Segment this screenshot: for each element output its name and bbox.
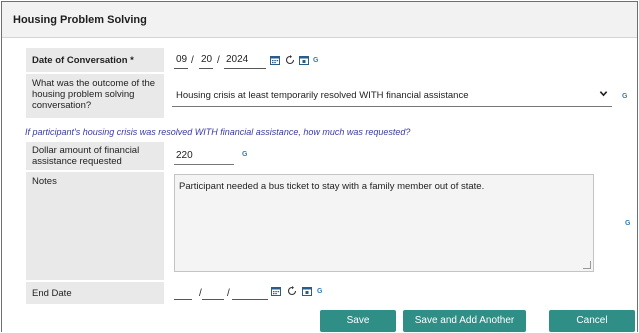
date-separator: /: [217, 55, 220, 66]
notes-textarea[interactable]: Participant needed a bus ticket to stay …: [174, 174, 594, 272]
conditional-hint: If participant's housing crisis was reso…: [25, 127, 411, 137]
reset-icon[interactable]: [287, 286, 297, 296]
date-separator: /: [227, 288, 230, 299]
end-date-label: End Date: [26, 282, 164, 304]
field-badge: G: [622, 93, 628, 100]
field-badge: G: [625, 220, 631, 227]
form-header: Housing Problem Solving: [2, 2, 637, 38]
dollar-amount-input[interactable]: 220: [174, 147, 234, 165]
date-label: Date of Conversation *: [26, 48, 164, 72]
page-title: Housing Problem Solving: [13, 14, 147, 26]
outcome-label: What was the outcome of the housing prob…: [26, 74, 164, 118]
reset-icon[interactable]: [285, 55, 295, 65]
field-badge: G: [242, 151, 248, 158]
chevron-down-icon: [599, 89, 608, 101]
dollar-label: Dollar amount of financial assistance re…: [26, 142, 164, 170]
notes-label: Notes: [26, 172, 164, 280]
date-separator: /: [191, 55, 194, 66]
calendar-icon[interactable]: [271, 286, 281, 296]
outcome-select[interactable]: Housing crisis at least temporarily reso…: [172, 86, 612, 107]
field-badge: G: [317, 288, 323, 295]
today-icon[interactable]: [302, 286, 312, 296]
cancel-button[interactable]: Cancel: [549, 310, 635, 332]
date-day-input[interactable]: 20: [201, 54, 212, 65]
date-separator: /: [199, 288, 202, 299]
today-icon[interactable]: [299, 55, 309, 65]
field-badge: G: [313, 57, 319, 64]
save-button[interactable]: Save: [320, 310, 396, 332]
resize-handle[interactable]: [583, 261, 591, 269]
save-and-add-another-button[interactable]: Save and Add Another: [403, 310, 526, 332]
date-month-input[interactable]: 09: [176, 54, 187, 65]
form-panel: Housing Problem Solving Date of Conversa…: [1, 1, 638, 332]
calendar-icon[interactable]: [270, 55, 280, 65]
date-year-input[interactable]: 2024: [226, 54, 248, 65]
